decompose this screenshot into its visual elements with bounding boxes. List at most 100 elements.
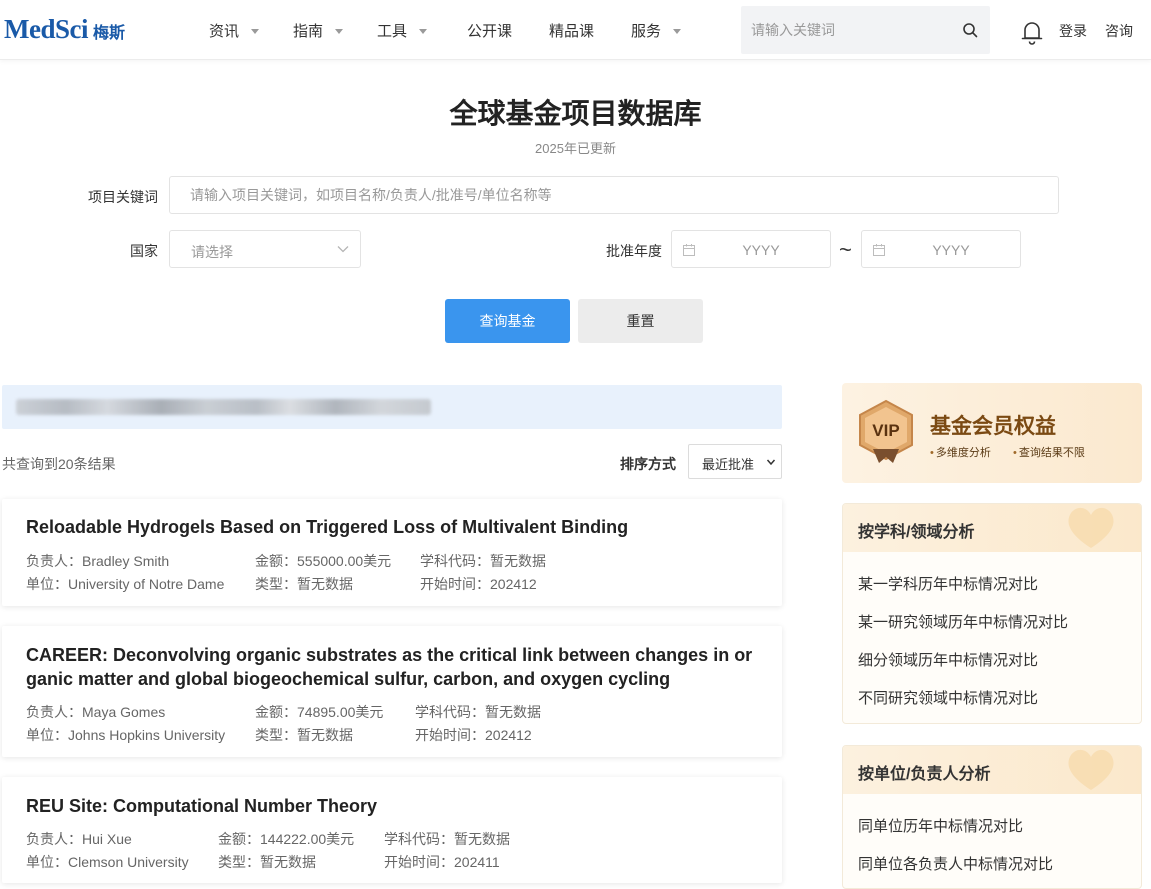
fund-start-time: 开始时间：202411 bbox=[384, 852, 500, 872]
analysis-link[interactable]: 不同研究领域中标情况对比 bbox=[858, 687, 1038, 708]
meta-value: 暂无数据 bbox=[297, 727, 353, 743]
meta-value: 144222.00美元 bbox=[260, 831, 355, 847]
meta-label: 单位： bbox=[26, 854, 68, 870]
chevron-down-icon bbox=[673, 28, 682, 34]
meta-value: 202412 bbox=[485, 727, 532, 743]
fund-start-time: 开始时间：202412 bbox=[415, 725, 532, 745]
meta-value: 74895.00美元 bbox=[297, 704, 384, 720]
meta-value: Johns Hopkins University bbox=[68, 727, 226, 743]
analysis-link[interactable]: 同单位各负责人中标情况对比 bbox=[858, 853, 1053, 874]
reset-button[interactable]: 重置 bbox=[578, 299, 703, 343]
nav-item-news[interactable]: 资讯 bbox=[209, 20, 260, 41]
subject-analysis-panel: 按学科/领域分析 某一学科历年中标情况对比 某一研究领域历年中标情况对比 细分领… bbox=[842, 503, 1142, 724]
meta-value: 555000.00美元 bbox=[297, 553, 392, 569]
meta-label: 学科代码： bbox=[384, 831, 454, 847]
meta-label: 学科代码： bbox=[420, 553, 490, 569]
meta-label: 单位： bbox=[26, 576, 68, 592]
panel-title: 按学科/领域分析 bbox=[858, 524, 975, 541]
nav-item-tools[interactable]: 工具 bbox=[377, 20, 428, 41]
nav-label: 公开课 bbox=[467, 23, 513, 40]
vip-badge-icon: VIP bbox=[859, 399, 913, 463]
meta-label: 类型： bbox=[218, 854, 260, 870]
fund-title[interactable]: REU Site: Computational Number Theory bbox=[26, 794, 377, 818]
year-to-picker[interactable]: YYYY bbox=[861, 230, 1021, 268]
meta-label: 单位： bbox=[26, 727, 68, 743]
heart-decoration-icon bbox=[1068, 749, 1114, 790]
fund-subject-code: 学科代码：暂无数据 bbox=[420, 551, 546, 571]
result-count: 共查询到20条结果 bbox=[2, 456, 116, 472]
fund-amount: 金额：74895.00美元 bbox=[255, 702, 383, 722]
meta-value: University of Notre Dame bbox=[68, 576, 225, 592]
meta-label: 负责人： bbox=[26, 704, 82, 720]
chevron-down-icon bbox=[419, 28, 428, 34]
medsci-logo[interactable]: MedSci 梅斯 bbox=[4, 14, 125, 45]
vip-badge-text: VIP bbox=[872, 421, 899, 440]
meta-value: Hui Xue bbox=[82, 831, 132, 847]
sort-label: 排序方式 bbox=[620, 456, 676, 472]
header-search bbox=[741, 6, 990, 54]
fund-title[interactable]: CAREER: Deconvolving organic substrates … bbox=[26, 643, 752, 691]
meta-label: 金额： bbox=[255, 553, 297, 569]
analysis-link[interactable]: 某一研究领域历年中标情况对比 bbox=[858, 611, 1068, 632]
chevron-down-icon bbox=[766, 459, 776, 466]
meta-label: 学科代码： bbox=[415, 704, 485, 720]
vip-title: 基金会员权益 bbox=[930, 414, 1056, 438]
country-select[interactable]: 请选择 bbox=[169, 230, 361, 268]
login-link[interactable]: 登录 bbox=[1059, 21, 1087, 41]
meta-value: Maya Gomes bbox=[82, 704, 166, 720]
meta-label: 开始时间： bbox=[384, 854, 454, 870]
nav-label: 精品课 bbox=[549, 23, 595, 40]
meta-label: 金额： bbox=[255, 704, 297, 720]
fund-type: 类型：暂无数据 bbox=[218, 852, 316, 872]
meta-label: 类型： bbox=[255, 576, 297, 592]
fund-unit: 单位：Johns Hopkins University bbox=[26, 725, 225, 745]
meta-label: 开始时间： bbox=[420, 576, 490, 592]
range-separator: ~ bbox=[839, 237, 852, 262]
chevron-down-icon bbox=[335, 28, 344, 34]
year-from-picker[interactable]: YYYY bbox=[671, 230, 831, 268]
nav-label: 指南 bbox=[293, 23, 324, 40]
notice-banner bbox=[2, 385, 782, 429]
nav-item-premium-courses[interactable]: 精品课 bbox=[549, 20, 594, 41]
sort-select[interactable]: 最近批准 bbox=[688, 444, 782, 479]
vip-benefits-card[interactable]: VIP 基金会员权益 多维度分析 查询结果不限 bbox=[842, 383, 1142, 483]
fund-amount: 金额：144222.00美元 bbox=[218, 829, 354, 849]
meta-value: 202411 bbox=[454, 854, 500, 870]
page-title: 全球基金项目数据库 bbox=[449, 97, 702, 130]
analysis-link[interactable]: 某一学科历年中标情况对比 bbox=[858, 573, 1038, 594]
unit-analysis-panel: 按单位/负责人分析 同单位历年中标情况对比 同单位各负责人中标情况对比 bbox=[842, 745, 1142, 889]
fund-type: 类型：暂无数据 bbox=[255, 574, 353, 594]
country-label: 国家 bbox=[130, 243, 158, 259]
meta-value: 暂无数据 bbox=[297, 576, 353, 592]
nav-item-open-courses[interactable]: 公开课 bbox=[467, 20, 512, 41]
fund-subject-code: 学科代码：暂无数据 bbox=[384, 829, 510, 849]
fund-title[interactable]: Reloadable Hydrogels Based on Triggered … bbox=[26, 515, 628, 539]
chevron-down-icon bbox=[251, 28, 260, 34]
bell-icon[interactable] bbox=[1020, 19, 1044, 45]
panel-header: 按单位/负责人分析 bbox=[843, 746, 1141, 794]
analysis-link[interactable]: 细分领域历年中标情况对比 bbox=[858, 649, 1038, 670]
fund-result-card: Reloadable Hydrogels Based on Triggered … bbox=[2, 499, 782, 606]
keyword-input[interactable] bbox=[169, 176, 1059, 214]
nav-item-services[interactable]: 服务 bbox=[631, 20, 682, 41]
search-icon[interactable] bbox=[962, 22, 978, 38]
nav-item-guidelines[interactable]: 指南 bbox=[293, 20, 344, 41]
analysis-link[interactable]: 同单位历年中标情况对比 bbox=[858, 815, 1023, 836]
nav-label: 资讯 bbox=[209, 23, 240, 40]
search-fund-button[interactable]: 查询基金 bbox=[445, 299, 570, 343]
fund-type: 类型：暂无数据 bbox=[255, 725, 353, 745]
meta-value: Clemson University bbox=[68, 854, 189, 870]
header-search-input[interactable] bbox=[751, 6, 951, 54]
year-to-placeholder: YYYY bbox=[932, 242, 970, 258]
heart-decoration-icon bbox=[1068, 507, 1114, 548]
fund-leader: 负责人：Maya Gomes bbox=[26, 702, 165, 722]
fund-unit: 单位：University of Notre Dame bbox=[26, 574, 224, 594]
meta-label: 金额： bbox=[218, 831, 260, 847]
fund-title-line: ganic matter and global biogeochemical s… bbox=[26, 669, 671, 689]
consult-link[interactable]: 咨询 bbox=[1105, 21, 1133, 41]
fund-start-time: 开始时间：202412 bbox=[420, 574, 537, 594]
meta-label: 开始时间： bbox=[415, 727, 485, 743]
meta-value: Bradley Smith bbox=[82, 553, 170, 569]
vip-feature: 多维度分析 bbox=[930, 444, 991, 460]
top-header: MedSci 梅斯 资讯 指南 工具 公开课 精品课 服务 登录 咨询 bbox=[0, 0, 1151, 60]
